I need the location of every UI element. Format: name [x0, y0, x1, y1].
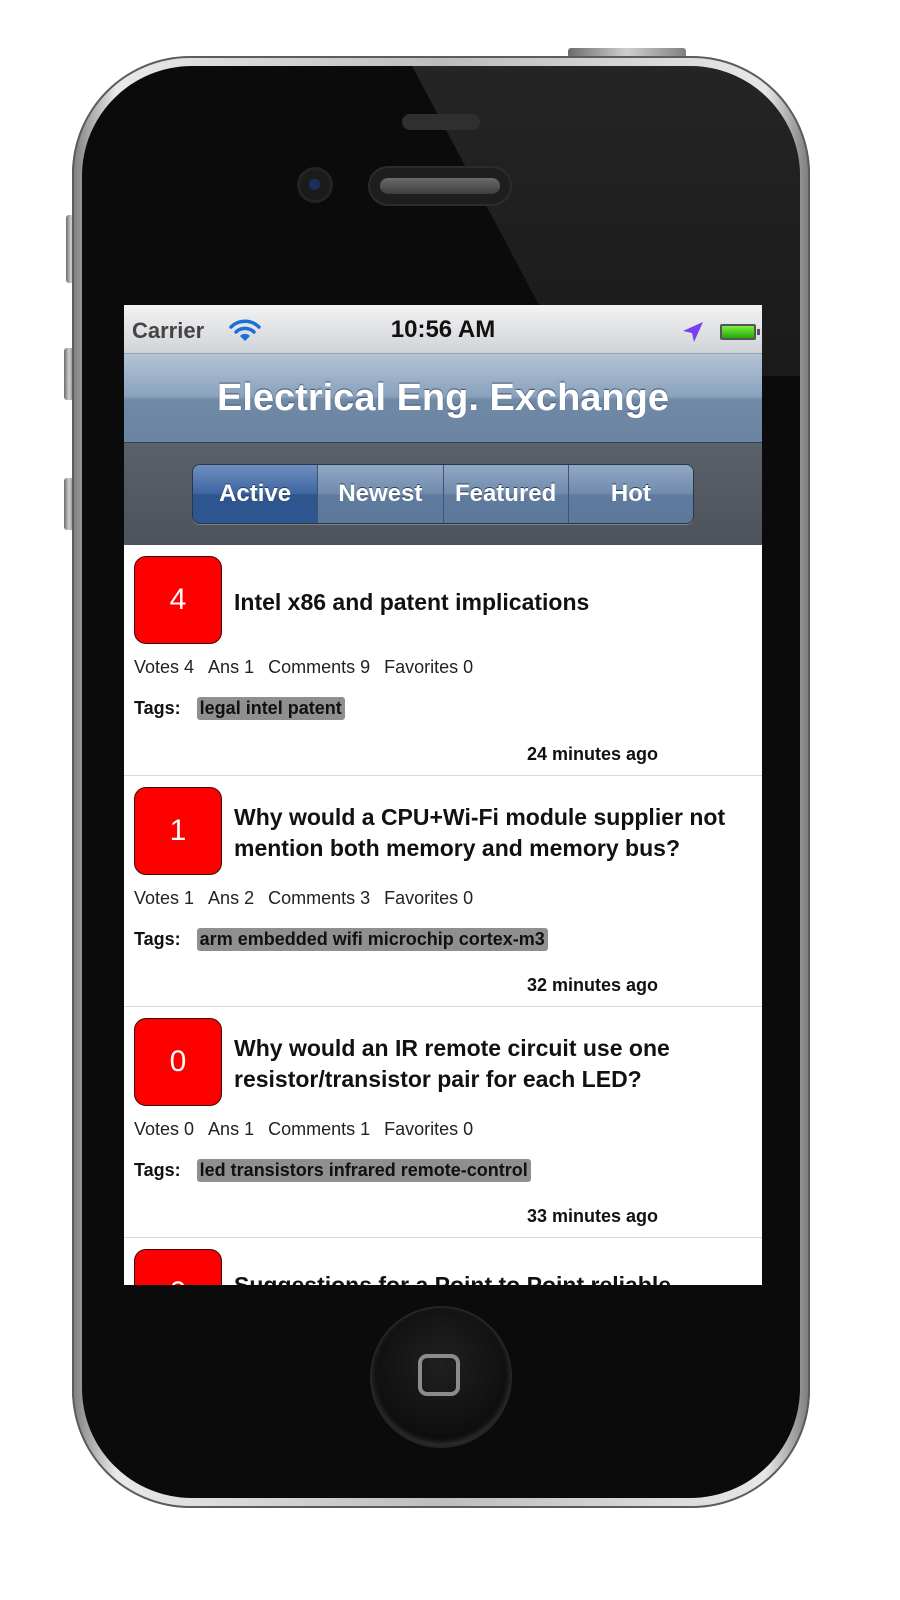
question-item[interactable]: 1 Why would a CPU+Wi-Fi module supplier … — [124, 776, 762, 1007]
tag-chip[interactable]: legal intel patent — [196, 697, 345, 720]
question-item[interactable]: 0 Why would an IR remote circuit use one… — [124, 1007, 762, 1238]
speaker-grille — [402, 114, 480, 130]
page-title: Electrical Eng. Exchange — [217, 376, 669, 419]
answers-stat: Ans 1 — [208, 657, 255, 677]
front-camera-icon — [300, 170, 330, 200]
tab-featured[interactable]: Featured — [442, 465, 568, 523]
favorites-stat: Favorites 0 — [384, 657, 474, 677]
status-time: 10:56 AM — [390, 316, 496, 343]
tags-label: Tags: — [134, 698, 181, 718]
home-button[interactable] — [372, 1308, 510, 1446]
question-item[interactable]: 0 Suggestions for a Point to Point relia… — [124, 1238, 762, 1285]
comments-stat: Comments 3 — [268, 888, 371, 908]
answers-stat: Ans 1 — [208, 1119, 255, 1139]
earpiece — [370, 168, 510, 204]
tags-label: Tags: — [134, 1160, 181, 1180]
battery-icon — [720, 324, 760, 340]
question-item[interactable]: 4 Intel x86 and patent implications Vote… — [124, 545, 762, 776]
vote-count-badge: 0 — [134, 1249, 222, 1285]
vote-count-badge: 0 — [134, 1018, 222, 1106]
votes-stat: Votes 0 — [134, 1119, 195, 1139]
question-stats: Votes 4 Ans 1 Comments 9 Favorites 0 — [134, 657, 487, 678]
question-title[interactable]: Suggestions for a Point to Point reliabl… — [234, 1270, 671, 1285]
status-bar: Carrier 10:56 AM — [124, 305, 762, 354]
navigation-bar: Electrical Eng. Exchange — [124, 354, 762, 443]
favorites-stat: Favorites 0 — [384, 1119, 474, 1139]
question-title[interactable]: Intel x86 and patent implications — [234, 587, 589, 618]
location-icon — [683, 322, 703, 342]
tab-active[interactable]: Active — [193, 465, 318, 523]
question-timestamp: 24 minutes ago — [527, 744, 659, 764]
question-tags: Tags: arm embedded wifi microchip cortex… — [134, 928, 548, 951]
vote-count-badge: 4 — [134, 556, 222, 644]
vote-count-badge: 1 — [134, 787, 222, 875]
tab-strip: Active Newest Featured Hot — [124, 443, 762, 545]
question-list: 4 Intel x86 and patent implications Vote… — [124, 545, 762, 1285]
tag-chip[interactable]: arm embedded wifi microchip cortex-m3 — [196, 928, 548, 951]
question-timestamp: 32 minutes ago — [527, 975, 659, 995]
answers-stat: Ans 2 — [208, 888, 255, 908]
favorites-stat: Favorites 0 — [384, 888, 474, 908]
tab-hot[interactable]: Hot — [567, 465, 693, 523]
home-square-icon — [418, 1354, 460, 1396]
tag-chip[interactable]: led transistors infrared remote-control — [196, 1159, 531, 1182]
question-tags: Tags: led transistors infrared remote-co… — [134, 1159, 531, 1182]
question-title[interactable]: Why would an IR remote circuit use one r… — [234, 1033, 739, 1095]
tags-label: Tags: — [134, 929, 181, 949]
votes-stat: Votes 1 — [134, 888, 195, 908]
question-timestamp: 33 minutes ago — [527, 1206, 659, 1226]
question-title[interactable]: Why would a CPU+Wi-Fi module supplier no… — [234, 802, 739, 864]
comments-stat: Comments 9 — [268, 657, 371, 677]
question-stats: Votes 0 Ans 1 Comments 1 Favorites 0 — [134, 1119, 487, 1140]
votes-stat: Votes 4 — [134, 657, 195, 677]
tab-newest[interactable]: Newest — [317, 465, 443, 523]
comments-stat: Comments 1 — [268, 1119, 371, 1139]
question-stats: Votes 1 Ans 2 Comments 3 Favorites 0 — [134, 888, 487, 909]
segmented-control: Active Newest Featured Hot — [192, 464, 694, 524]
question-tags: Tags: legal intel patent — [134, 697, 345, 720]
app-screen: Carrier 10:56 AM Electrical Eng. Exchang… — [124, 305, 762, 1285]
